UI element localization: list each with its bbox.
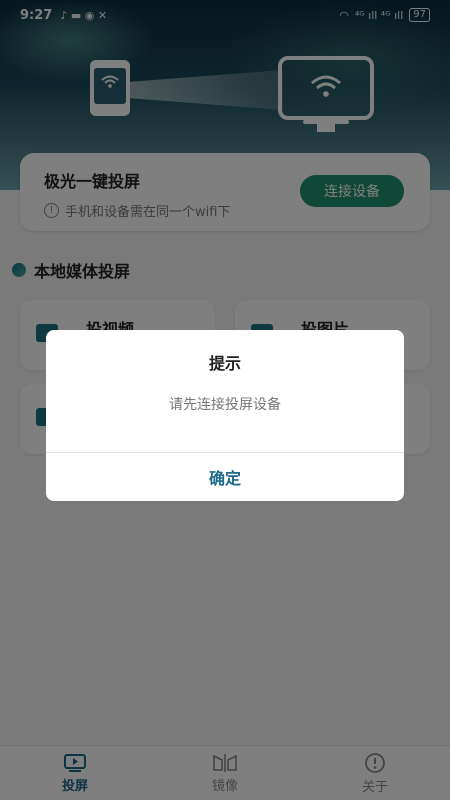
alert-dialog: 提示 请先连接投屏设备 确定 <box>46 330 404 501</box>
dialog-message: 请先连接投屏设备 <box>169 397 281 413</box>
dialog-title: 提示 <box>208 354 241 373</box>
confirm-button[interactable]: 确定 <box>46 453 404 501</box>
